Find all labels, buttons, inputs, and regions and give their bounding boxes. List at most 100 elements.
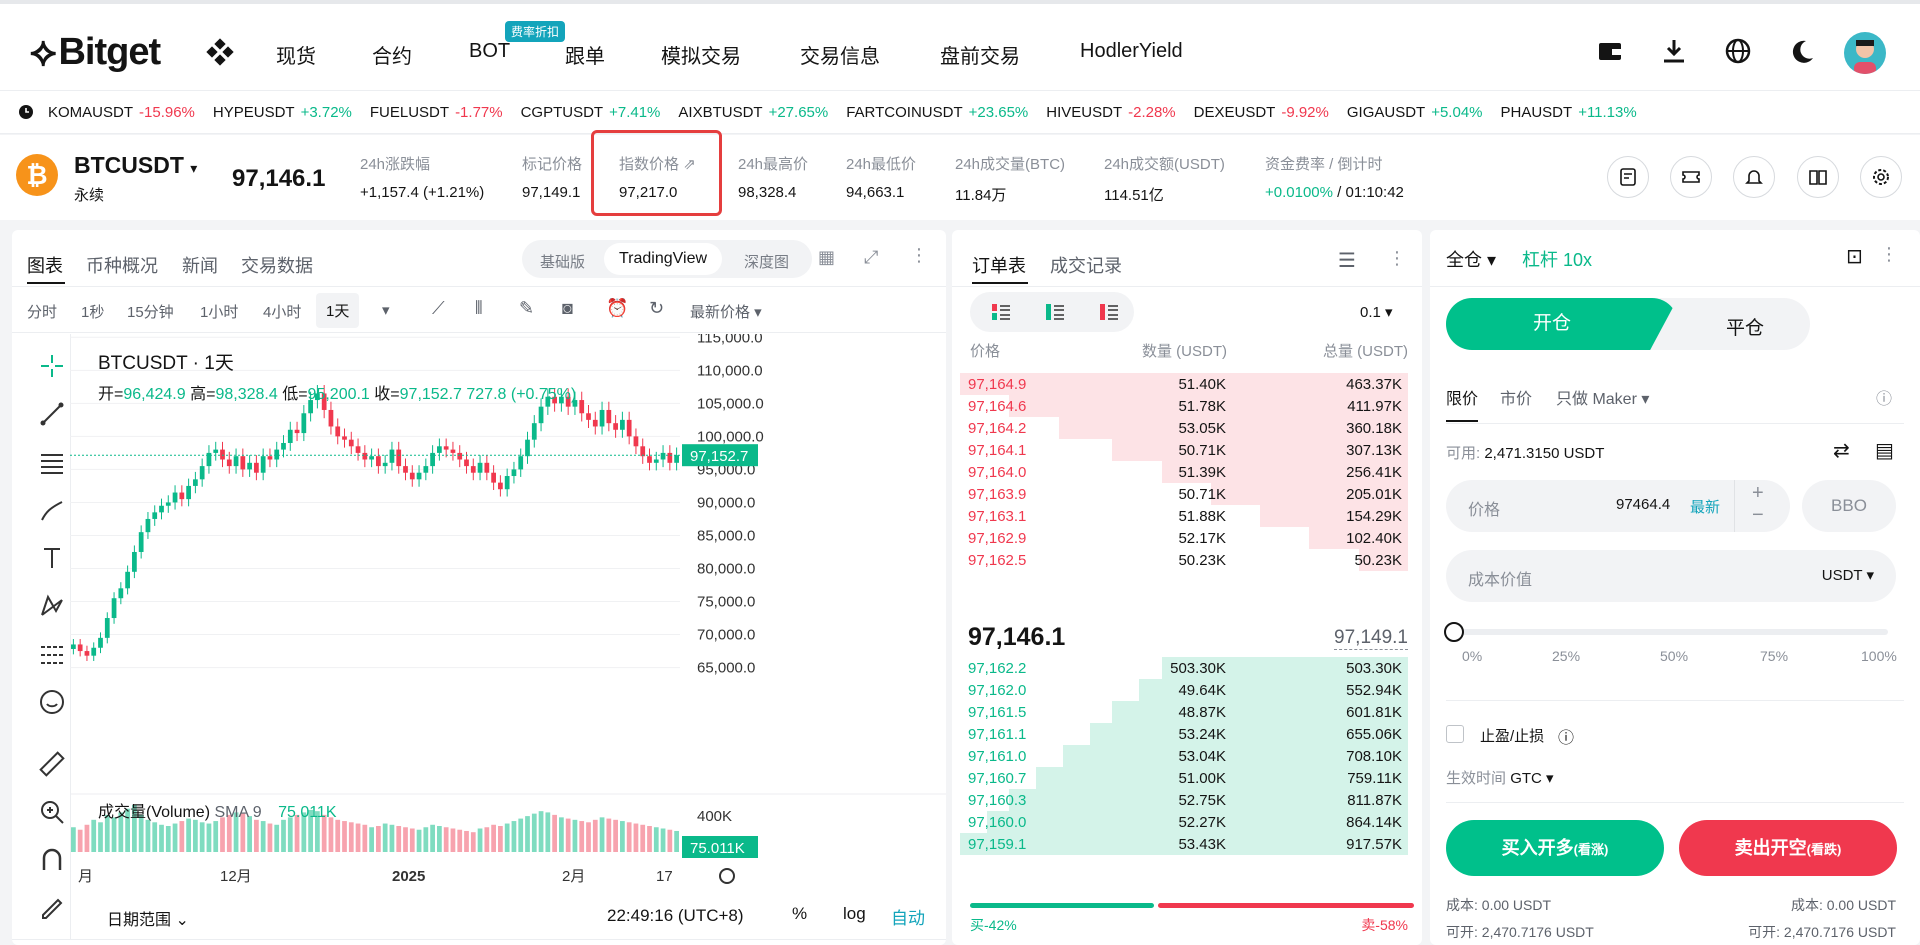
ticker-item[interactable]: GIGAUSDT +5.04% xyxy=(1347,104,1483,121)
amount-slider[interactable] xyxy=(1454,629,1888,635)
settings-button[interactable] xyxy=(1860,156,1902,198)
interval-1s[interactable]: 1秒 xyxy=(81,301,104,322)
symbol-selector[interactable]: BTCUSDT ▾ xyxy=(74,152,197,179)
ask-row[interactable]: 97,164.0 51.39K 256.41K xyxy=(952,460,1416,484)
guide-button[interactable] xyxy=(1797,156,1839,198)
chart-settings-icon[interactable] xyxy=(719,868,735,884)
ask-row[interactable]: 97,164.6 51.78K 411.97K xyxy=(952,394,1416,418)
tpsl-checkbox[interactable] xyxy=(1446,725,1464,743)
ticker-item[interactable]: CGPTUSDT +7.41% xyxy=(521,104,661,121)
fullscreen-icon[interactable]: ⤢ xyxy=(864,247,878,268)
info-icon[interactable]: ⓘ xyxy=(1876,385,1892,409)
bid-row[interactable]: 97,161.1 53.24K 655.06K xyxy=(952,722,1416,746)
transfer-icon[interactable]: ⇄ xyxy=(1833,438,1850,463)
brush-icon[interactable] xyxy=(38,496,66,524)
buy-long-button[interactable]: 买入开多(看涨) xyxy=(1446,820,1664,876)
grid-layout-icon[interactable]: ▦ xyxy=(818,247,835,268)
filter-icon[interactable]: ☰ xyxy=(1338,248,1356,273)
globe-icon[interactable] xyxy=(1724,37,1752,65)
fib-lines-icon[interactable] xyxy=(38,448,66,476)
nav-info[interactable]: 交易信息 xyxy=(800,40,880,69)
ask-row[interactable]: 97,162.5 50.23K 50.23K xyxy=(952,548,1416,572)
ticker-item[interactable]: HYPEUSDT +3.72% xyxy=(213,104,352,121)
more-icon[interactable]: ⋮ xyxy=(1388,248,1406,269)
tab-chart[interactable]: 图表 xyxy=(27,252,63,278)
percent-toggle[interactable]: % xyxy=(792,904,807,924)
price-minus-icon[interactable]: − xyxy=(1752,504,1764,527)
bot-icon[interactable]: ⊡ xyxy=(1846,244,1863,269)
price-chart[interactable]: 115,000.0110,000.0105,000.0100,000.095,0… xyxy=(70,334,946,934)
mode-tradingview[interactable]: TradingView xyxy=(604,243,723,275)
nav-spot[interactable]: 现货 xyxy=(276,40,316,69)
interval-1h[interactable]: 1小时 xyxy=(200,301,238,322)
notes-button[interactable] xyxy=(1607,156,1649,198)
more-icon[interactable]: ⋮ xyxy=(910,245,928,266)
nav-copy[interactable]: 跟单 xyxy=(565,40,605,69)
ask-row[interactable]: 97,164.9 51.40K 463.37K xyxy=(952,372,1416,396)
ticker-item[interactable]: DEXEUSDT -9.92% xyxy=(1194,104,1329,121)
log-toggle[interactable]: log xyxy=(843,904,866,924)
measure-lines-icon[interactable] xyxy=(38,640,66,668)
ask-row[interactable]: 97,163.9 50.71K 205.01K xyxy=(952,482,1416,506)
bid-row[interactable]: 97,162.0 49.64K 552.94K xyxy=(952,678,1416,702)
order-type-maker[interactable]: 只做 Maker ▾ xyxy=(1556,385,1649,409)
magnet-icon[interactable] xyxy=(38,846,66,874)
price-type-select[interactable]: 最新价格 ▾ xyxy=(690,301,762,322)
view-both-icon[interactable] xyxy=(992,304,1010,320)
bid-row[interactable]: 97,161.5 48.87K 601.81K xyxy=(952,700,1416,724)
alert-button[interactable] xyxy=(1733,156,1775,198)
margin-mode-select[interactable]: 全仓 ▾ xyxy=(1446,246,1496,272)
bid-row[interactable]: 97,160.7 51.00K 759.11K xyxy=(952,766,1416,790)
refresh-icon[interactable]: ↻ xyxy=(649,298,664,319)
zoom-icon[interactable] xyxy=(38,798,66,826)
emoji-icon[interactable] xyxy=(38,688,66,716)
tab-trade-data[interactable]: 交易数据 xyxy=(241,252,313,278)
bid-row[interactable]: 97,162.2 503.30K 503.30K xyxy=(952,656,1416,680)
calculator-icon[interactable]: ▤ xyxy=(1875,438,1894,463)
alarm-icon[interactable]: ⏰ xyxy=(606,298,628,319)
ticker-item[interactable]: HIVEUSDT -2.28% xyxy=(1046,104,1175,121)
pattern-icon[interactable] xyxy=(38,592,66,620)
bid-row[interactable]: 97,160.0 52.27K 864.14K xyxy=(952,810,1416,834)
price-plus-icon[interactable]: + xyxy=(1752,482,1764,505)
ask-row[interactable]: 97,163.1 51.88K 154.29K xyxy=(952,504,1416,528)
interval-15m[interactable]: 15分钟 xyxy=(127,301,174,322)
close-position-tab[interactable]: 平仓 xyxy=(1726,313,1764,340)
order-type-limit[interactable]: 限价 xyxy=(1446,385,1478,409)
nav-premarket[interactable]: 盘前交易 xyxy=(940,40,1020,69)
tab-news[interactable]: 新闻 xyxy=(182,252,218,278)
wallet-icon[interactable] xyxy=(1596,37,1624,65)
precision-select[interactable]: 0.1 ▾ xyxy=(1360,303,1393,321)
cost-input[interactable]: 成本价值 USDT ▾ xyxy=(1446,550,1896,602)
sell-short-button[interactable]: 卖出开空(看跌) xyxy=(1679,820,1897,876)
ruler-icon[interactable] xyxy=(38,750,66,778)
crosshair-icon[interactable] xyxy=(38,352,66,380)
candle-type-icon[interactable]: ⫴ xyxy=(475,298,483,319)
date-range-select[interactable]: 日期范围 ⌄ xyxy=(107,906,189,930)
bid-row[interactable]: 97,159.1 53.43K 917.57K xyxy=(952,832,1416,856)
auto-toggle[interactable]: 自动 xyxy=(891,904,925,929)
draw-icon[interactable]: ✎ xyxy=(519,298,534,319)
price-input[interactable]: 价格 97464.4 最新 + − xyxy=(1446,480,1790,532)
ask-row[interactable]: 97,164.1 50.71K 307.13K xyxy=(952,438,1416,462)
more-icon[interactable]: ⋮ xyxy=(1880,244,1898,265)
text-icon[interactable] xyxy=(38,544,66,572)
tpsl-info-icon[interactable]: ⓘ xyxy=(1558,724,1574,748)
order-type-market[interactable]: 市价 xyxy=(1500,385,1532,409)
ticker-item[interactable]: FUELUSDT -1.77% xyxy=(370,104,503,121)
ask-row[interactable]: 97,162.9 52.17K 102.40K xyxy=(952,526,1416,550)
pencil-lock-icon[interactable] xyxy=(38,892,66,920)
ask-row[interactable]: 97,164.2 53.05K 360.18K xyxy=(952,416,1416,440)
slider-knob[interactable] xyxy=(1444,622,1464,642)
tab-orderbook[interactable]: 订单表 xyxy=(972,252,1026,278)
bid-row[interactable]: 97,161.0 53.04K 708.10K xyxy=(952,744,1416,768)
bitget-logo[interactable]: ⟡ Bitget xyxy=(30,30,161,75)
tab-overview[interactable]: 币种概况 xyxy=(86,252,158,278)
ticker-item[interactable]: FARTCOINUSDT +23.65% xyxy=(846,104,1028,121)
nav-hodleryield[interactable]: HodlerYield xyxy=(1080,40,1183,63)
dark-mode-icon[interactable] xyxy=(1788,37,1816,65)
ticker-item[interactable]: KOMAUSDT -15.96% xyxy=(48,104,195,121)
user-avatar[interactable] xyxy=(1844,32,1886,74)
view-bids-icon[interactable] xyxy=(1046,304,1064,320)
bid-row[interactable]: 97,160.3 52.75K 811.87K xyxy=(952,788,1416,812)
